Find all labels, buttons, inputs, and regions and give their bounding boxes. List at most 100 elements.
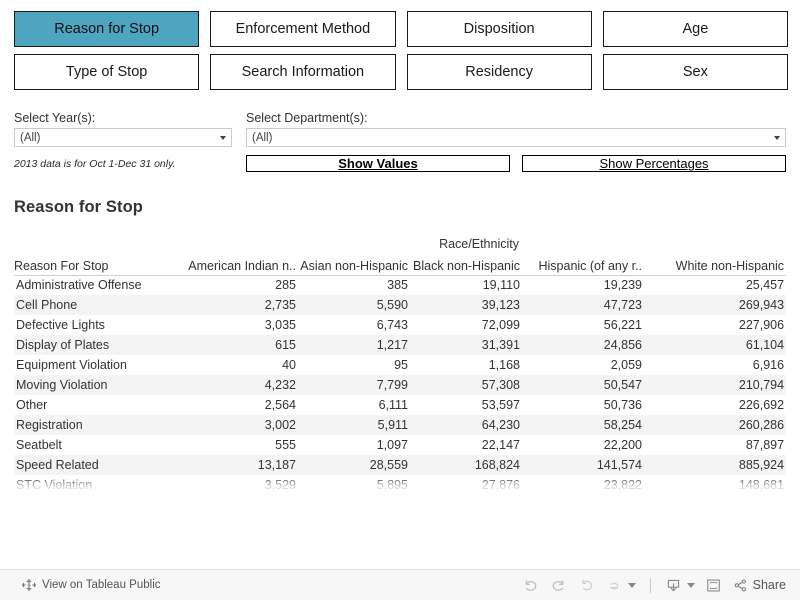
row-value-cell[interactable]: 28,559 (298, 455, 410, 475)
row-value-cell[interactable]: 58,254 (522, 415, 644, 435)
row-value-cell[interactable]: 168,824 (410, 455, 522, 475)
tab-sex[interactable]: Sex (602, 54, 788, 90)
row-value-cell[interactable]: 5,911 (298, 415, 410, 435)
row-label-cell[interactable]: Cell Phone (14, 295, 172, 315)
table-row[interactable]: Speed Related 13,187 28,559 168,824 141,574 8… (14, 455, 786, 475)
row-value-cell[interactable]: 19,239 (522, 275, 644, 295)
row-value-cell[interactable]: 226,692 (644, 395, 786, 415)
row-value-cell[interactable]: 64,230 (410, 415, 522, 435)
row-value-cell[interactable]: 95 (298, 355, 410, 375)
row-value-cell[interactable]: 385 (298, 275, 410, 295)
row-value-cell[interactable]: 141,574 (522, 455, 644, 475)
row-value-cell[interactable]: 56,221 (522, 315, 644, 335)
tab-age[interactable]: Age (602, 11, 788, 47)
download-button[interactable] (661, 573, 687, 597)
row-label-cell[interactable]: Speed Related (14, 455, 172, 475)
row-value-cell[interactable]: 885,924 (644, 455, 786, 475)
table-row[interactable]: Other 2,564 6,111 53,597 50,736 226,692 (14, 395, 786, 415)
fullscreen-button[interactable] (701, 573, 727, 597)
row-value-cell[interactable]: 23,822 (522, 475, 644, 494)
view-on-tableau-public-link[interactable]: View on Tableau Public (22, 578, 161, 592)
table-row[interactable]: Seatbelt 555 1,097 22,147 22,200 87,897 (14, 435, 786, 455)
column-header-0[interactable]: Reason For Stop (14, 254, 172, 276)
row-value-cell[interactable]: 24,856 (522, 335, 644, 355)
column-header-3[interactable]: Black non-Hispanic (410, 254, 522, 276)
table-row[interactable]: Registration 3,002 5,911 64,230 58,254 260,28… (14, 415, 786, 435)
refresh-dropdown-caret-icon[interactable] (627, 582, 636, 588)
row-value-cell[interactable]: 2,059 (522, 355, 644, 375)
tab-disposition[interactable]: Disposition (406, 11, 592, 47)
show-values-button[interactable]: Show Values (246, 155, 510, 172)
tab-enforcement-method[interactable]: Enforcement Method (210, 11, 396, 47)
tab-residency[interactable]: Residency (406, 54, 592, 90)
row-label-cell[interactable]: STC Violation (14, 475, 172, 494)
row-value-cell[interactable]: 22,200 (522, 435, 644, 455)
row-value-cell[interactable]: 260,286 (644, 415, 786, 435)
row-value-cell[interactable]: 39,123 (410, 295, 522, 315)
row-value-cell[interactable]: 6,111 (298, 395, 410, 415)
row-label-cell[interactable]: Equipment Violation (14, 355, 172, 375)
row-label-cell[interactable]: Other (14, 395, 172, 415)
table-row[interactable]: Moving Violation 4,232 7,799 57,308 50,547 21… (14, 375, 786, 395)
row-value-cell[interactable]: 25,457 (644, 275, 786, 295)
row-value-cell[interactable]: 285 (172, 275, 298, 295)
row-label-cell[interactable]: Administrative Offense (14, 275, 172, 295)
row-value-cell[interactable]: 47,723 (522, 295, 644, 315)
department-dropdown[interactable]: (All) (246, 128, 786, 147)
column-header-2[interactable]: Asian non-Hispanic (298, 254, 410, 276)
row-value-cell[interactable]: 3,002 (172, 415, 298, 435)
tab-reason-for-stop[interactable]: Reason for Stop (14, 11, 200, 47)
undo-button[interactable] (518, 573, 544, 597)
year-dropdown[interactable]: (All) (14, 128, 232, 147)
row-label-cell[interactable]: Display of Plates (14, 335, 172, 355)
row-value-cell[interactable]: 31,391 (410, 335, 522, 355)
row-value-cell[interactable]: 19,110 (410, 275, 522, 295)
row-value-cell[interactable]: 1,097 (298, 435, 410, 455)
row-value-cell[interactable]: 6,916 (644, 355, 786, 375)
row-value-cell[interactable]: 50,736 (522, 395, 644, 415)
row-value-cell[interactable]: 555 (172, 435, 298, 455)
show-percentages-button[interactable]: Show Percentages (522, 155, 786, 172)
tab-type-of-stop[interactable]: Type of Stop (14, 54, 200, 90)
table-row[interactable]: Equipment Violation 40 95 1,168 2,059 6,916 (14, 355, 786, 375)
row-value-cell[interactable]: 53,597 (410, 395, 522, 415)
row-value-cell[interactable]: 1,168 (410, 355, 522, 375)
row-value-cell[interactable]: 3,529 (172, 475, 298, 494)
revert-button[interactable] (574, 573, 600, 597)
row-value-cell[interactable]: 1,217 (298, 335, 410, 355)
row-value-cell[interactable]: 5,895 (298, 475, 410, 494)
row-value-cell[interactable]: 2,564 (172, 395, 298, 415)
table-row[interactable]: Cell Phone 2,735 5,590 39,123 47,723 269,943 (14, 295, 786, 315)
row-label-cell[interactable]: Defective Lights (14, 315, 172, 335)
row-value-cell[interactable]: 615 (172, 335, 298, 355)
table-row[interactable]: Administrative Offense 285 385 19,110 19,239… (14, 275, 786, 295)
row-value-cell[interactable]: 22,147 (410, 435, 522, 455)
row-label-cell[interactable]: Registration (14, 415, 172, 435)
table-row[interactable]: Display of Plates 615 1,217 31,391 24,856 61,… (14, 335, 786, 355)
download-dropdown-caret-icon[interactable] (686, 582, 695, 588)
column-header-5[interactable]: White non-Hispanic (644, 254, 786, 276)
row-label-cell[interactable]: Moving Violation (14, 375, 172, 395)
row-value-cell[interactable]: 13,187 (172, 455, 298, 475)
row-value-cell[interactable]: 269,943 (644, 295, 786, 315)
redo-button[interactable] (546, 573, 572, 597)
row-value-cell[interactable]: 4,232 (172, 375, 298, 395)
row-value-cell[interactable]: 40 (172, 355, 298, 375)
table-row[interactable]: Defective Lights 3,035 6,743 72,099 56,221 22… (14, 315, 786, 335)
share-button[interactable]: Share (729, 578, 786, 593)
row-value-cell[interactable]: 87,897 (644, 435, 786, 455)
column-header-4[interactable]: Hispanic (of any r.. (522, 254, 644, 276)
row-value-cell[interactable]: 27,876 (410, 475, 522, 494)
row-label-cell[interactable]: Seatbelt (14, 435, 172, 455)
row-value-cell[interactable]: 57,308 (410, 375, 522, 395)
row-value-cell[interactable]: 2,735 (172, 295, 298, 315)
row-value-cell[interactable]: 72,099 (410, 315, 522, 335)
row-value-cell[interactable]: 50,547 (522, 375, 644, 395)
row-value-cell[interactable]: 210,794 (644, 375, 786, 395)
tab-search-information[interactable]: Search Information (210, 54, 396, 90)
table-row[interactable]: STC Violation 3,529 5,895 27,876 23,822 148,6… (14, 475, 786, 494)
row-value-cell[interactable]: 3,035 (172, 315, 298, 335)
row-value-cell[interactable]: 227,906 (644, 315, 786, 335)
refresh-button[interactable] (602, 573, 628, 597)
row-value-cell[interactable]: 5,590 (298, 295, 410, 315)
